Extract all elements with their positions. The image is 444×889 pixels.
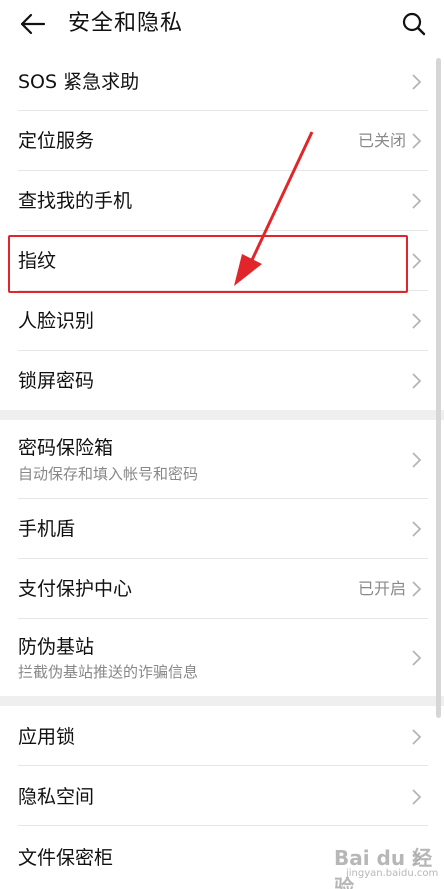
list-item-app-lock[interactable]: 应用锁	[0, 706, 436, 766]
search-button[interactable]	[396, 6, 432, 42]
list-item-file-safe[interactable]: 文件保密柜	[0, 826, 436, 880]
page-title: 安全和隐私	[68, 11, 184, 36]
row-subtitle: 自动保存和填入帐号和密码	[18, 465, 199, 483]
list-item-password-vault[interactable]: 密码保险箱 自动保存和填入帐号和密码	[0, 420, 436, 499]
list-item-phone-shield[interactable]: 手机盾	[0, 499, 436, 559]
chevron-right-icon	[412, 193, 422, 209]
list-item-fake-base-station[interactable]: 防伪基站 拦截伪基站推送的诈骗信息	[0, 619, 436, 696]
section-separator	[0, 696, 444, 706]
row-title: 锁屏密码	[18, 370, 95, 392]
chevron-right-icon	[412, 521, 422, 537]
chevron-right-icon	[412, 253, 422, 269]
app-header: 安全和隐私	[0, 0, 444, 50]
row-title: SOS 紧急求助	[18, 71, 140, 93]
list-item-face-recognition[interactable]: 人脸识别	[0, 291, 436, 351]
row-title: 定位服务	[18, 130, 95, 152]
chevron-right-icon	[412, 850, 422, 866]
list-item-sos[interactable]: SOS 紧急求助	[0, 52, 436, 111]
search-icon	[402, 12, 426, 36]
row-title: 手机盾	[18, 518, 76, 540]
scrollbar[interactable]	[436, 58, 441, 718]
row-title: 应用锁	[18, 726, 76, 748]
row-value: 已关闭	[357, 131, 406, 150]
arrow-left-icon	[20, 13, 46, 35]
chevron-right-icon	[412, 373, 422, 389]
chevron-right-icon	[412, 74, 422, 90]
row-value: 已开启	[357, 579, 406, 598]
chevron-right-icon	[412, 133, 422, 149]
row-title: 人脸识别	[18, 310, 95, 332]
list-item-payment-protection[interactable]: 支付保护中心 已开启	[0, 559, 436, 619]
row-title: 隐私空间	[18, 786, 95, 808]
row-title: 文件保密柜	[18, 847, 114, 869]
row-title: 指纹	[18, 250, 57, 272]
row-title: 支付保护中心	[18, 578, 133, 600]
list-item-private-space[interactable]: 隐私空间	[0, 766, 436, 826]
row-title: 查找我的手机	[18, 190, 133, 212]
row-subtitle: 拦截伪基站推送的诈骗信息	[18, 663, 199, 681]
chevron-right-icon	[412, 789, 422, 805]
list-item-fingerprint[interactable]: 指纹	[0, 231, 436, 291]
row-title: 密码保险箱	[18, 437, 114, 459]
section-separator	[0, 410, 444, 420]
list-item-lock-password[interactable]: 锁屏密码	[0, 351, 436, 410]
chevron-right-icon	[412, 729, 422, 745]
chevron-right-icon	[412, 452, 422, 468]
row-title: 防伪基站	[18, 636, 95, 658]
chevron-right-icon	[412, 581, 422, 597]
back-button[interactable]	[14, 8, 50, 40]
chevron-right-icon	[412, 313, 422, 329]
chevron-right-icon	[412, 650, 422, 666]
list-item-location[interactable]: 定位服务 已关闭	[0, 111, 436, 171]
settings-screen: 安全和隐私 SOS 紧急求助 定位服务 已关闭 查找我的手机 指纹 人脸识别 锁…	[0, 0, 444, 889]
list-item-find-phone[interactable]: 查找我的手机	[0, 171, 436, 231]
